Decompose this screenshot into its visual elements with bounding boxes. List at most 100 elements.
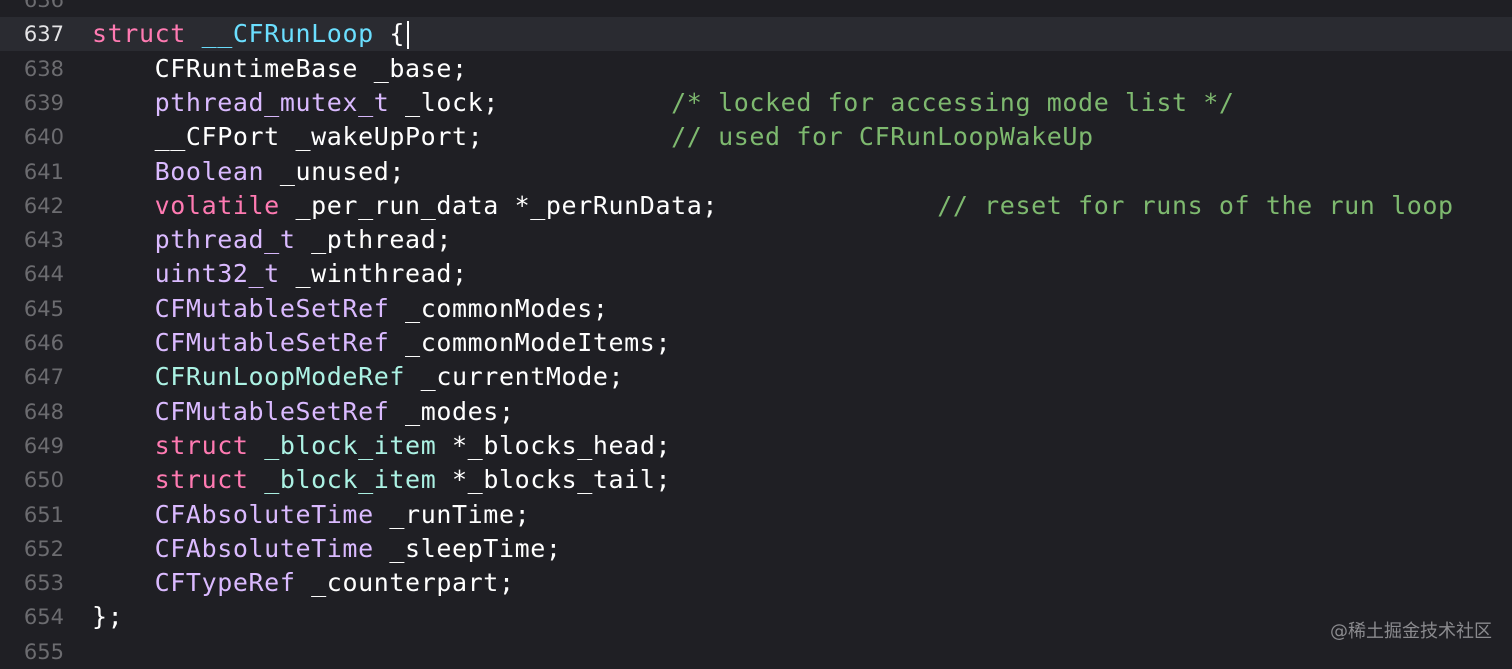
code-line[interactable]: 636 (0, 0, 1512, 17)
code-token-type: CFMutableSetRef (154, 396, 390, 426)
code-token-plain: _commonModeItems; (389, 328, 672, 357)
code-token-plain: _runTime; (373, 499, 531, 529)
code-line[interactable]: 643 pthread_t _pthread; (0, 223, 1512, 257)
code-line[interactable]: 652 CFAbsoluteTime _sleepTime; (0, 532, 1512, 566)
code-token-plain: *_blocks_head; (436, 430, 672, 460)
code-token-type: CFMutableSetRef (154, 328, 390, 357)
code-token-kw: struct (92, 19, 186, 49)
code-token-type: pthread_mutex_t (154, 87, 390, 117)
line-number: 639 (23, 90, 64, 115)
code-line[interactable]: 640 __CFPort _wakeUpPort; // used for CF… (0, 120, 1512, 154)
code-line[interactable]: 648 CFMutableSetRef _modes; (0, 395, 1512, 429)
code-token-type: CFAbsoluteTime (154, 533, 374, 563)
code-text: volatile _per_run_data *_perRunData; // … (92, 189, 1454, 223)
code-text: CFAbsoluteTime _sleepTime; (92, 532, 562, 566)
code-token-kw: struct (154, 430, 249, 460)
code-text: }; (92, 600, 123, 634)
code-editor[interactable]: 636 637 struct __CFRunLoop {638 CFRuntimeB… (0, 0, 1512, 664)
code-line[interactable]: 649 struct _block_item *_blocks_head; (0, 429, 1512, 463)
code-line[interactable]: 650 struct _block_item *_blocks_tail; (0, 463, 1512, 497)
line-number: 653 (23, 571, 64, 596)
line-number: 654 (23, 605, 64, 630)
line-number: 652 (23, 536, 64, 561)
code-text: pthread_t _pthread; (92, 223, 452, 257)
code-token-ctype: _block_item (264, 465, 437, 495)
code-token-type: pthread_t (154, 225, 296, 255)
code-line[interactable]: 644 uint32_t _winthread; (0, 257, 1512, 291)
code-text: CFMutableSetRef _commonModes; (92, 292, 609, 326)
line-number: 638 (23, 56, 64, 81)
code-line[interactable]: 645 CFMutableSetRef _commonModes; (0, 292, 1512, 326)
code-line[interactable]: 655 (0, 635, 1512, 669)
code-line[interactable]: 654}; (0, 600, 1512, 634)
code-token-plain: _commonModes; (389, 293, 609, 323)
code-token-sname: __CFRunLoop (201, 19, 374, 49)
code-token-cm: // reset for runs of the run loop (937, 190, 1454, 220)
code-token-plain: _unused; (264, 156, 406, 186)
line-number: 645 (23, 296, 64, 321)
code-token-cm: /* locked for accessing mode list */ (671, 87, 1235, 117)
line-number: 644 (23, 262, 64, 287)
code-token-ctype: CFRunLoopModeRef (154, 362, 406, 392)
code-token-kw: volatile (154, 190, 280, 220)
code-token-plain: _per_run_data *_perRunData; (279, 190, 938, 220)
code-token-plain: _winthread; (279, 259, 468, 289)
code-text: Boolean _unused; (92, 155, 405, 189)
code-text: struct __CFRunLoop { (92, 17, 410, 51)
code-text: CFMutableSetRef _modes; (92, 395, 515, 429)
code-token-plain: _lock; (389, 87, 672, 117)
code-line[interactable]: 637 struct __CFRunLoop { (0, 17, 1512, 52)
code-line[interactable]: 647 CFRunLoopModeRef _currentMode; (0, 360, 1512, 394)
code-token-type: Boolean (154, 156, 265, 186)
code-line[interactable]: 646 CFMutableSetRef _commonModeItems; (0, 326, 1512, 360)
code-text: CFRuntimeBase _base; (92, 52, 468, 86)
code-text: __CFPort _wakeUpPort; // used for CFRunL… (92, 120, 1094, 154)
code-token-plain: _modes; (389, 396, 515, 426)
line-number: 646 (23, 331, 64, 355)
line-number: 649 (23, 433, 64, 458)
code-text: CFTypeRef _counterpart; (92, 566, 515, 600)
line-number: 650 (23, 468, 64, 493)
code-line[interactable]: 641 Boolean _unused; (0, 155, 1512, 189)
code-token-type: uint32_t (154, 259, 280, 289)
line-number: 642 (23, 193, 64, 218)
code-line[interactable]: 653 CFTypeRef _counterpart; (0, 566, 1512, 600)
code-token-plain: __CFPort _wakeUpPort; (92, 122, 672, 152)
code-token-type: CFTypeRef (154, 568, 296, 598)
code-token-plain: _pthread; (295, 225, 452, 255)
code-token-plain: _counterpart; (295, 568, 515, 598)
code-token-plain: _currentMode; (405, 362, 625, 392)
text-caret (407, 21, 410, 50)
code-text: CFRunLoopModeRef _currentMode; (92, 360, 624, 394)
code-token-type: CFMutableSetRef (154, 293, 390, 323)
line-number: 655 (23, 639, 64, 664)
code-line[interactable]: 642 volatile _per_run_data *_perRunData;… (0, 189, 1512, 223)
line-number: 648 (23, 399, 64, 424)
code-line[interactable]: 639 pthread_mutex_t _lock; /* locked for… (0, 86, 1512, 120)
code-token-plain: { (373, 19, 406, 49)
code-text: struct _block_item *_blocks_tail; (92, 463, 671, 497)
code-line[interactable]: 651 CFAbsoluteTime _runTime; (0, 498, 1512, 532)
line-number: 637 (23, 22, 64, 47)
code-text: pthread_mutex_t _lock; /* locked for acc… (92, 86, 1235, 120)
code-text: CFAbsoluteTime _runTime; (92, 498, 530, 532)
code-token-plain: _sleepTime; (373, 533, 562, 563)
code-line[interactable]: 638 CFRuntimeBase _base; (0, 52, 1512, 86)
code-token-plain: }; (92, 602, 124, 632)
line-number: 651 (23, 502, 64, 527)
